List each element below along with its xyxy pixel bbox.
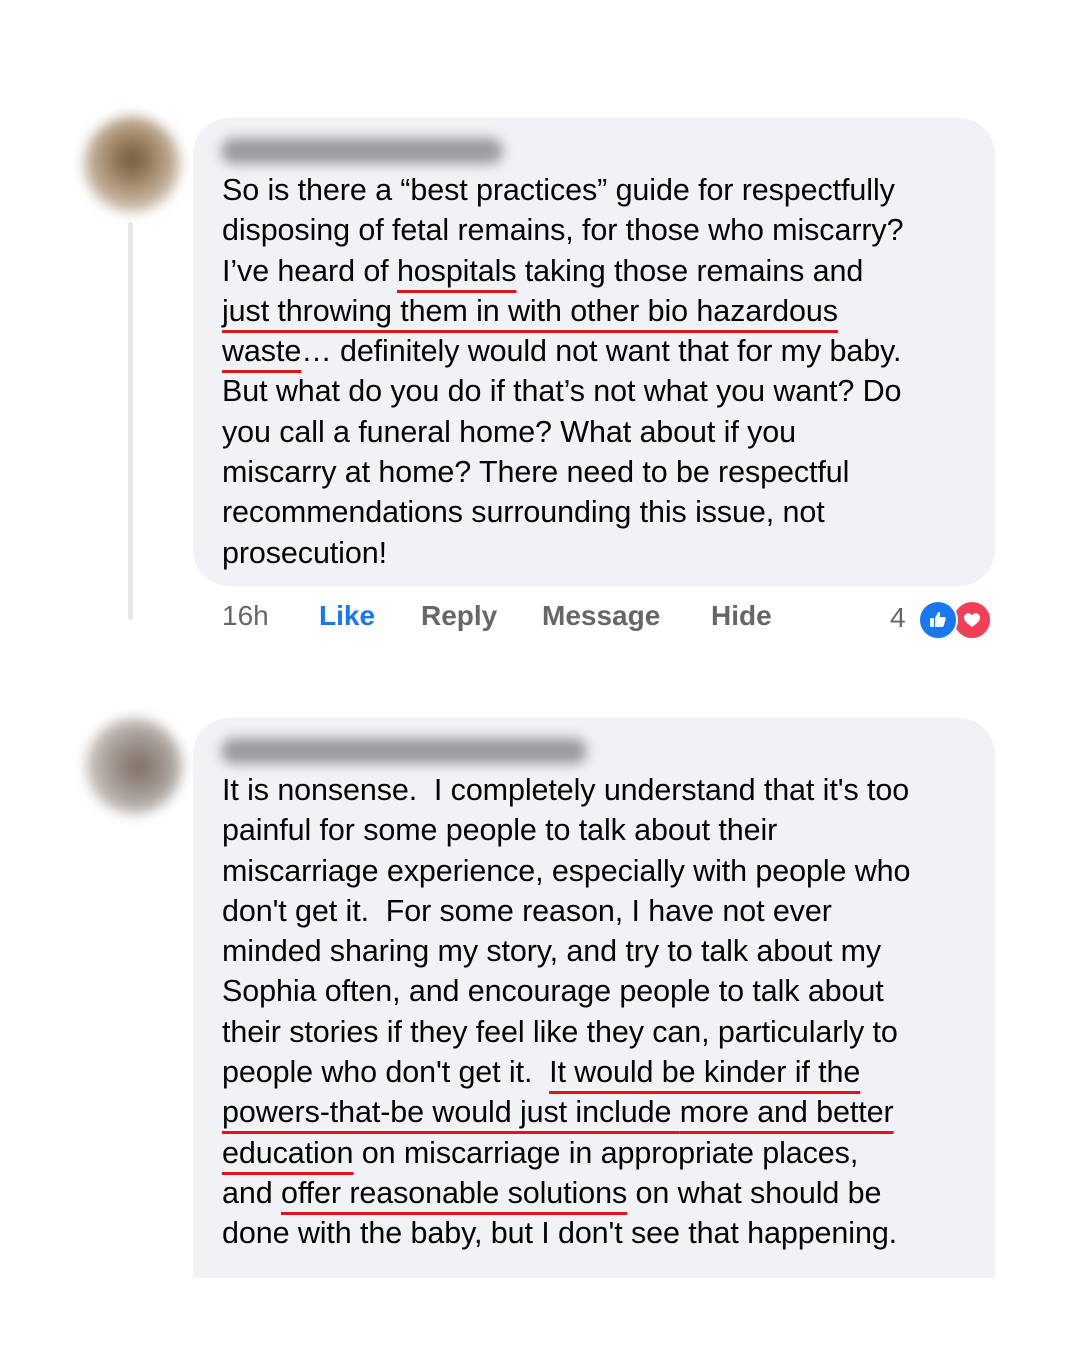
text-segment: taking those remains and	[516, 253, 864, 288]
underlined-text: hospitals	[396, 253, 517, 288]
comment-line: powers-that-be would just include more a…	[222, 1092, 982, 1132]
comment-line: painful for some people to talk about th…	[222, 813, 778, 848]
comment-text: It is nonsense. I completely understand …	[222, 770, 982, 1254]
comment-line: waste… definitely would not want that fo…	[222, 331, 982, 371]
like-button[interactable]: Like	[319, 600, 375, 632]
comment-line: disposing of fetal remains, for those wh…	[222, 213, 904, 248]
text-segment: people who don't get it.	[222, 1055, 550, 1090]
text-segment: on what should be	[627, 1175, 882, 1210]
underlined-text: waste	[222, 334, 302, 369]
comment-text: So is there a “best practices” guide for…	[222, 170, 982, 573]
comment-line: So is there a “best practices” guide for…	[222, 173, 895, 207]
hide-button[interactable]: Hide	[711, 600, 772, 632]
comment-line: minded sharing my story, and try to talk…	[222, 934, 882, 969]
underlined-text: offer reasonable solutions	[280, 1175, 628, 1210]
comment-line: their stories if they feel like they can…	[222, 1014, 898, 1049]
comment-line: recommendations surrounding this issue, …	[222, 495, 825, 530]
comment-line: miscarry at home? There need to be respe…	[222, 455, 850, 490]
comment-timestamp[interactable]: 16h	[222, 600, 269, 632]
comment-line: But what do you do if that’s not what yo…	[222, 374, 902, 409]
commenter-name-redacted[interactable]	[221, 138, 503, 164]
message-button[interactable]: Message	[542, 600, 660, 632]
text-segment: I’ve heard of	[222, 253, 397, 288]
commenter-name-redacted[interactable]	[221, 738, 587, 764]
underlined-text: education	[222, 1135, 354, 1170]
comment-line: I’ve heard of hospitals taking those rem…	[222, 251, 982, 291]
comment-bubble: So is there a “best practices” guide for…	[193, 118, 995, 586]
comment-line: prosecution!	[222, 535, 387, 570]
underlined-text: just throwing them in with other bio haz…	[222, 293, 838, 328]
comment-line: don't get it. For some reason, I have no…	[222, 893, 832, 928]
text-segment: and	[222, 1175, 281, 1210]
comment-line: done with the baby, but I don't see that…	[222, 1216, 898, 1251]
commenter-avatar[interactable]	[84, 116, 180, 212]
underlined-text: powers-that-be would just include	[222, 1095, 680, 1130]
reaction-count: 4	[890, 602, 906, 633]
text-segment: on miscarriage in appropriate places,	[353, 1135, 859, 1170]
text-segment: … definitely would not want that for my …	[301, 334, 902, 369]
comment-line: Sophia often, and encourage people to ta…	[222, 974, 884, 1009]
comment-line: education on miscarriage in appropriate …	[222, 1133, 982, 1173]
comment-line: and offer reasonable solutions on what s…	[222, 1173, 982, 1213]
heart-icon	[952, 600, 992, 640]
comment-line: It is nonsense. I completely understand …	[222, 773, 910, 807]
thread-line	[128, 222, 133, 620]
commenter-avatar[interactable]	[86, 718, 182, 814]
underlined-text: It would be kinder if the	[549, 1055, 861, 1090]
thumbs-up-icon	[918, 600, 958, 640]
comment-line: just throwing them in with other bio haz…	[222, 291, 982, 331]
reply-button[interactable]: Reply	[421, 600, 497, 632]
comment-line: miscarriage experience, especially with …	[222, 853, 911, 888]
comment-line: you call a funeral home? What about if y…	[222, 414, 796, 449]
underlined-text: more and better	[679, 1095, 894, 1130]
comment-bubble: It is nonsense. I completely understand …	[193, 718, 995, 1278]
comment-line: people who don't get it. It would be kin…	[222, 1052, 982, 1092]
